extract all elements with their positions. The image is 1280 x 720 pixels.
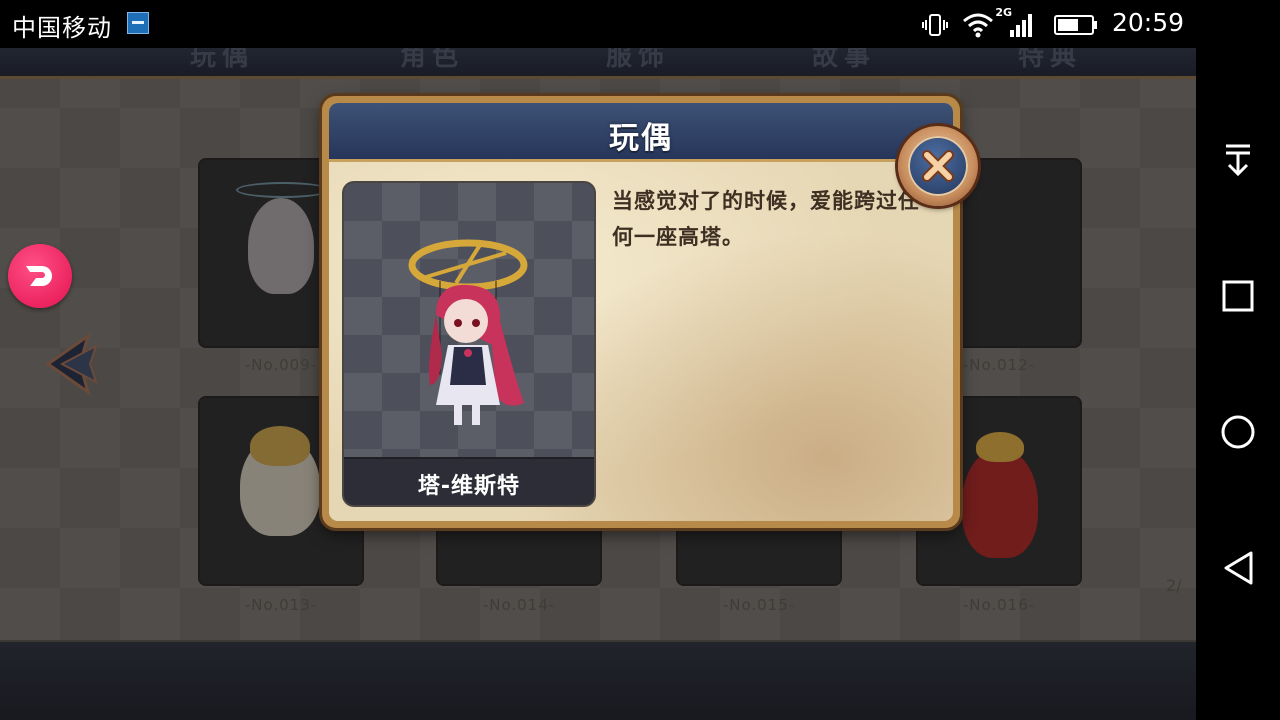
name-plate: 塔-维斯特 <box>344 457 594 505</box>
doll-description: 当感觉对了的时候，爱能跨过任何一座高塔。 <box>612 189 920 249</box>
character-name: 塔-维斯特 <box>417 474 521 499</box>
floating-app-logo[interactable] <box>8 244 72 308</box>
home-icon[interactable] <box>1218 412 1258 452</box>
character-portrait: 塔-维斯特 <box>344 183 594 505</box>
wifi-icon <box>963 13 993 38</box>
status-bar: 中国移动 2G 20:59 <box>0 0 1196 48</box>
cellular-signal-icon <box>1010 14 1032 37</box>
status-icons: 2G 20:59 <box>864 0 1184 48</box>
recent-apps-icon[interactable] <box>1218 276 1258 316</box>
close-icon <box>922 150 954 182</box>
doll-detail-dialog: 玩偶 塔-维斯特 当感觉对了的时候，爱能跨过任何一座高塔。 <box>322 96 960 528</box>
dialog-panel: 玩偶 塔-维斯特 当感觉对了的时候，爱能跨过任何一座高塔。 <box>329 103 953 521</box>
app-notification-icon <box>127 12 149 34</box>
notification-pulldown-icon[interactable] <box>1218 140 1258 180</box>
doll-tower-west-art <box>408 239 528 425</box>
dialog-title: 玩偶 <box>609 121 673 156</box>
carrier-name: 中国移动 <box>12 14 112 42</box>
previous-page-arrow-icon[interactable] <box>44 332 104 396</box>
close-button-face <box>908 136 968 196</box>
navigation-bar <box>1196 0 1280 720</box>
dialog-header: 玩偶 <box>329 103 953 162</box>
logo-d-icon <box>26 266 52 286</box>
back-icon[interactable] <box>1218 548 1258 588</box>
screen: 玩偶 角色 服饰 故事 特典 -No.009- -No.012- -No.013… <box>0 0 1280 720</box>
clock: 20:59 <box>1111 8 1184 37</box>
close-button[interactable] <box>898 126 978 206</box>
battery-icon <box>1054 15 1097 35</box>
vibrate-icon <box>922 14 948 36</box>
